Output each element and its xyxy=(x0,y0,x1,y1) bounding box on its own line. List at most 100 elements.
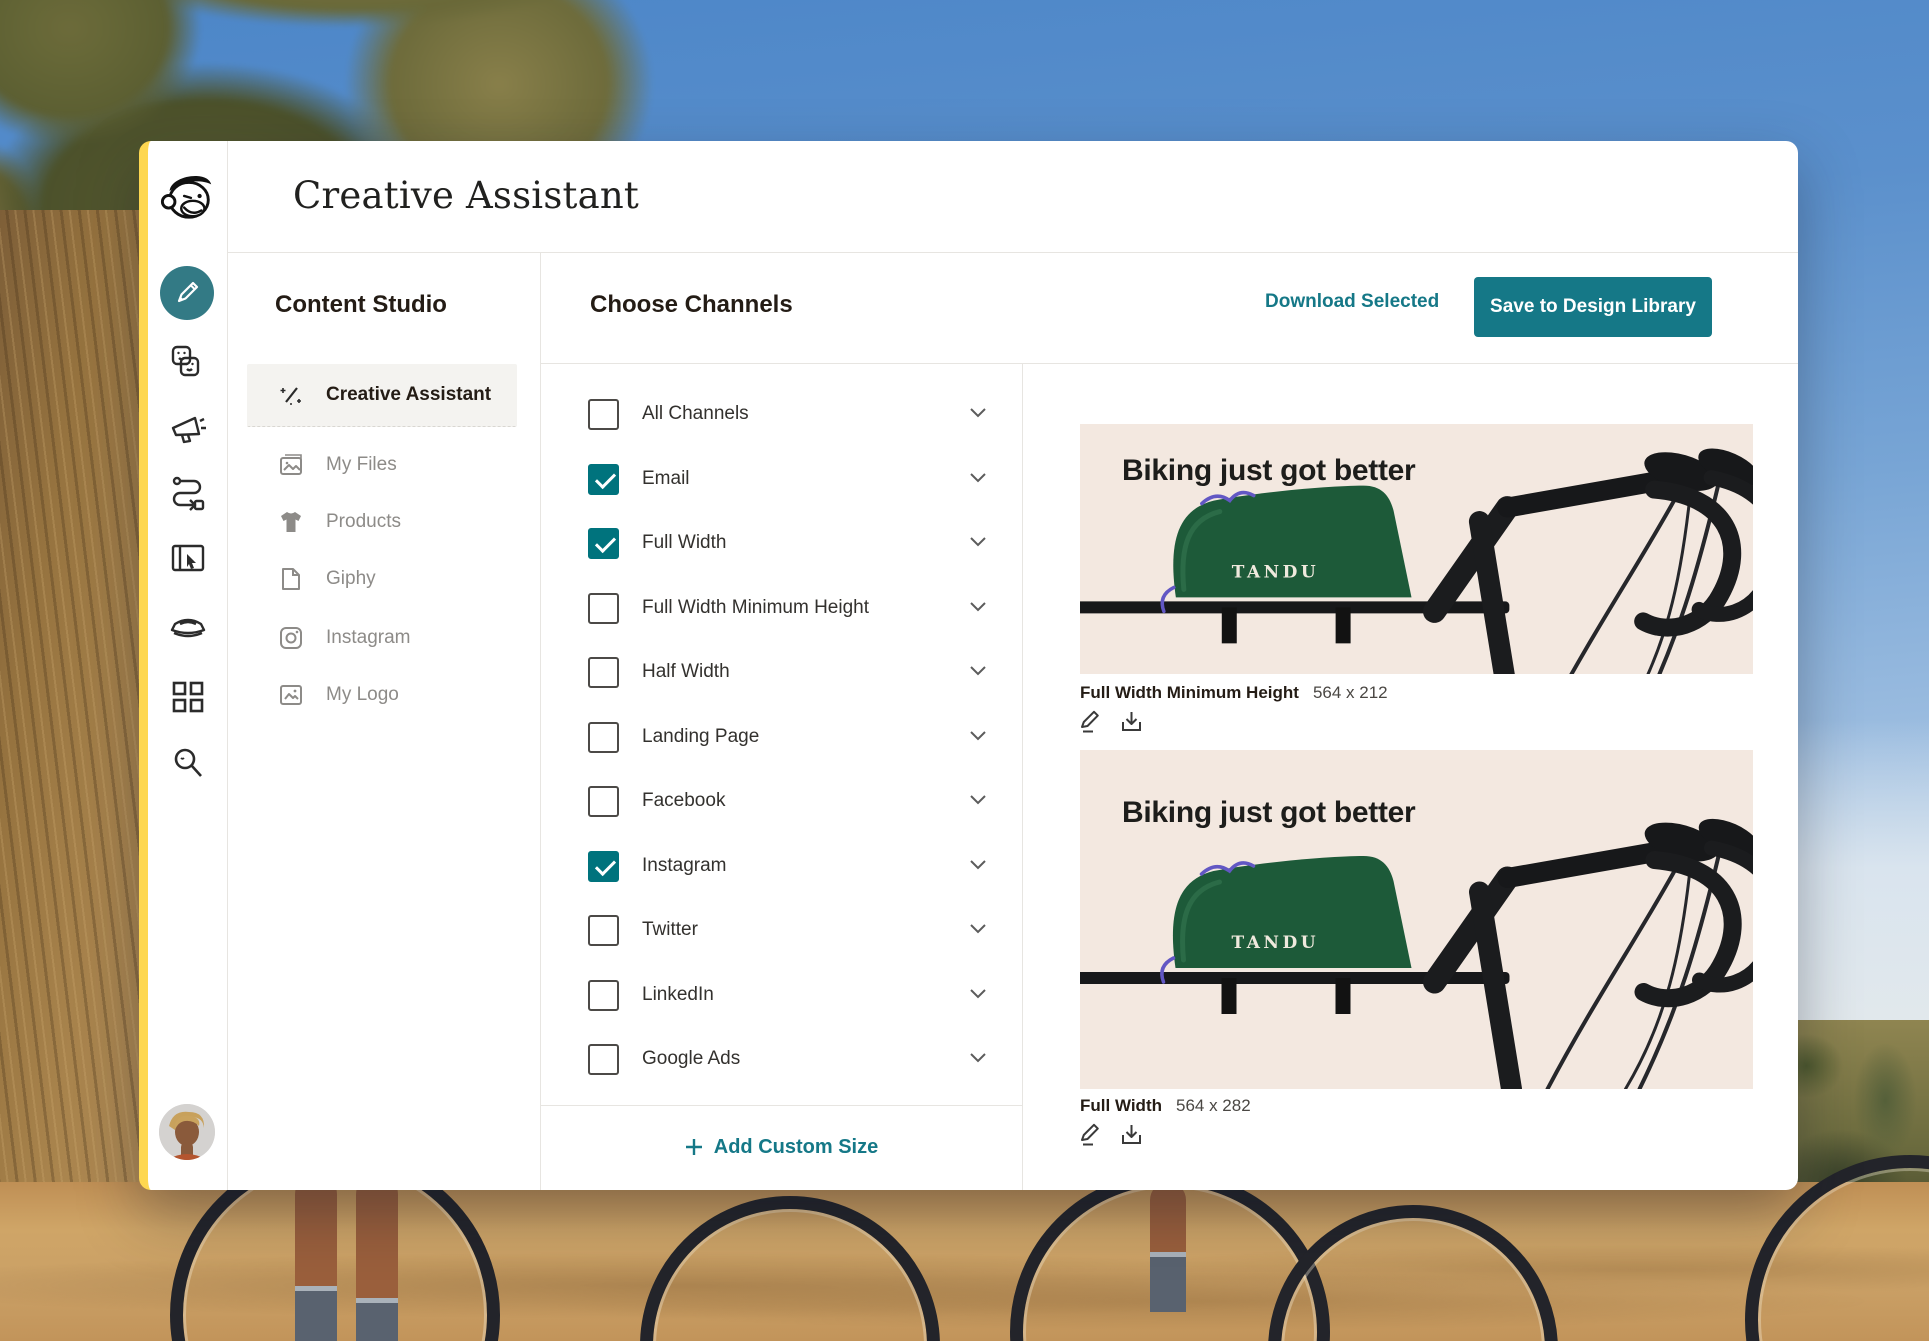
preview-name: Full Width xyxy=(1080,1096,1162,1116)
preview-image-full-width[interactable]: TANDU Biking just got better xyxy=(1080,750,1753,1089)
edit-pencil-icon[interactable] xyxy=(1078,1122,1103,1152)
sidebar-item-creative-assistant[interactable]: Creative Assistant xyxy=(247,364,517,427)
channel-label: All Channels xyxy=(642,403,749,425)
search-icon[interactable] xyxy=(148,745,227,781)
channel-checkbox[interactable] xyxy=(588,786,619,817)
background-bike-wheel xyxy=(1268,1205,1558,1341)
creative-assistant-window: Creative Assistant xyxy=(139,141,1798,1190)
chevron-down-icon[interactable] xyxy=(968,857,988,878)
chevron-down-icon[interactable] xyxy=(968,663,988,684)
mailchimp-freddie-logo-icon[interactable] xyxy=(148,167,227,223)
bag-brand-label: TANDU xyxy=(1232,562,1319,582)
sidebar-item-label: Creative Assistant xyxy=(326,384,491,406)
channel-checkbox[interactable] xyxy=(588,399,619,430)
download-icon[interactable] xyxy=(1119,709,1144,739)
channel-label: Google Ads xyxy=(642,1048,740,1070)
chevron-down-icon[interactable] xyxy=(968,534,988,555)
nav-column-divider xyxy=(540,252,541,1190)
background-rider-leg xyxy=(1150,1182,1186,1312)
channel-checkbox[interactable] xyxy=(588,722,619,753)
background-bike-wheel xyxy=(1010,1172,1330,1341)
sidebar-item-giphy[interactable]: Giphy xyxy=(247,559,517,599)
preview-tools xyxy=(1078,709,1144,739)
channel-label: Half Width xyxy=(642,661,730,683)
channel-checkbox[interactable] xyxy=(588,464,619,495)
channel-label: Landing Page xyxy=(642,726,759,748)
channel-checkbox[interactable] xyxy=(588,657,619,688)
instagram-icon xyxy=(278,625,304,651)
chevron-down-icon[interactable] xyxy=(968,921,988,942)
sidebar-item-label: Giphy xyxy=(326,568,376,590)
chevron-down-icon[interactable] xyxy=(968,986,988,1007)
channel-row-full-width: Full Width xyxy=(588,526,988,560)
tshirt-icon xyxy=(278,509,304,535)
logo-image-icon xyxy=(278,682,304,708)
channel-row-facebook: Facebook xyxy=(588,784,988,818)
automations-icon[interactable] xyxy=(148,474,227,512)
sidebar-item-my-logo[interactable]: My Logo xyxy=(247,675,517,715)
channel-checkbox[interactable] xyxy=(588,593,619,624)
sidebar-item-label: Products xyxy=(326,511,401,533)
content-studio-title: Content Studio xyxy=(275,291,447,319)
preview-meta: Full Width Minimum Height 564 x 212 xyxy=(1080,683,1388,703)
channel-checkbox[interactable] xyxy=(588,915,619,946)
sidebar-item-instagram[interactable]: Instagram xyxy=(247,618,517,658)
channel-label: Full Width xyxy=(642,532,726,554)
sidebar-item-my-files[interactable]: My Files xyxy=(247,445,517,485)
background-rider-leg xyxy=(356,1176,398,1341)
brand-hat-icon[interactable] xyxy=(148,606,227,644)
background-hillside xyxy=(0,210,150,1341)
preview-headline: Biking just got better xyxy=(1122,454,1415,488)
sidebar-item-label: My Logo xyxy=(326,684,399,706)
chevron-down-icon[interactable] xyxy=(968,470,988,491)
chevron-down-icon[interactable] xyxy=(968,1050,988,1071)
channel-checkbox[interactable] xyxy=(588,851,619,882)
background-haze xyxy=(1789,720,1929,1050)
integrations-grid-icon[interactable] xyxy=(148,679,227,715)
channel-label: Full Width Minimum Height xyxy=(642,597,869,619)
desktop-screen: Creative Assistant xyxy=(0,0,1929,1341)
magic-wand-icon xyxy=(278,382,304,408)
preview-size: 564 x 212 xyxy=(1313,683,1388,703)
sidebar-item-label: My Files xyxy=(326,454,397,476)
preview-image-full-width-minimum-height[interactable]: TANDU Biking just got better xyxy=(1080,424,1753,674)
chevron-down-icon[interactable] xyxy=(968,405,988,426)
edit-pencil-icon[interactable] xyxy=(1078,709,1103,739)
chevron-down-icon[interactable] xyxy=(968,599,988,620)
toolbar-divider xyxy=(540,363,1798,364)
sidebar-item-products[interactable]: Products xyxy=(247,502,517,542)
chevron-down-icon[interactable] xyxy=(968,728,988,749)
download-icon[interactable] xyxy=(1119,1122,1144,1152)
save-to-design-library-button[interactable]: Save to Design Library xyxy=(1474,277,1712,337)
create-pencil-button[interactable] xyxy=(160,266,214,320)
download-selected-link[interactable]: Download Selected xyxy=(1265,291,1439,313)
file-icon xyxy=(278,566,304,592)
pencil-icon xyxy=(173,279,201,307)
header-divider xyxy=(227,252,1798,253)
channel-checkbox[interactable] xyxy=(588,528,619,559)
channel-row-twitter: Twitter xyxy=(588,913,988,947)
channel-row-landing-page: Landing Page xyxy=(588,720,988,754)
photos-icon xyxy=(278,452,304,478)
preview-meta: Full Width 564 x 282 xyxy=(1080,1096,1251,1116)
chevron-down-icon[interactable] xyxy=(968,792,988,813)
plus-icon xyxy=(684,1137,704,1157)
background-bike-wheel xyxy=(640,1196,940,1341)
preview-headline: Biking just got better xyxy=(1122,796,1415,830)
background-dirt-trail xyxy=(0,1182,1929,1341)
bag-brand-label: TANDU xyxy=(1232,933,1320,953)
profile-avatar[interactable] xyxy=(159,1104,215,1160)
background-rider-leg xyxy=(295,1176,337,1341)
campaigns-megaphone-icon[interactable] xyxy=(148,408,227,446)
channel-checkbox[interactable] xyxy=(588,980,619,1011)
background-rider-sock xyxy=(356,1298,398,1341)
website-icon[interactable] xyxy=(148,540,227,578)
preview-tools xyxy=(1078,1122,1144,1152)
channel-row-instagram: Instagram xyxy=(588,849,988,883)
add-custom-size-label: Add Custom Size xyxy=(714,1136,878,1159)
add-custom-size-button[interactable]: Add Custom Size xyxy=(540,1129,1022,1165)
sidebar-divider xyxy=(227,141,228,1190)
choose-channels-title: Choose Channels xyxy=(590,291,793,319)
audience-icon[interactable] xyxy=(148,344,227,382)
channel-checkbox[interactable] xyxy=(588,1044,619,1075)
